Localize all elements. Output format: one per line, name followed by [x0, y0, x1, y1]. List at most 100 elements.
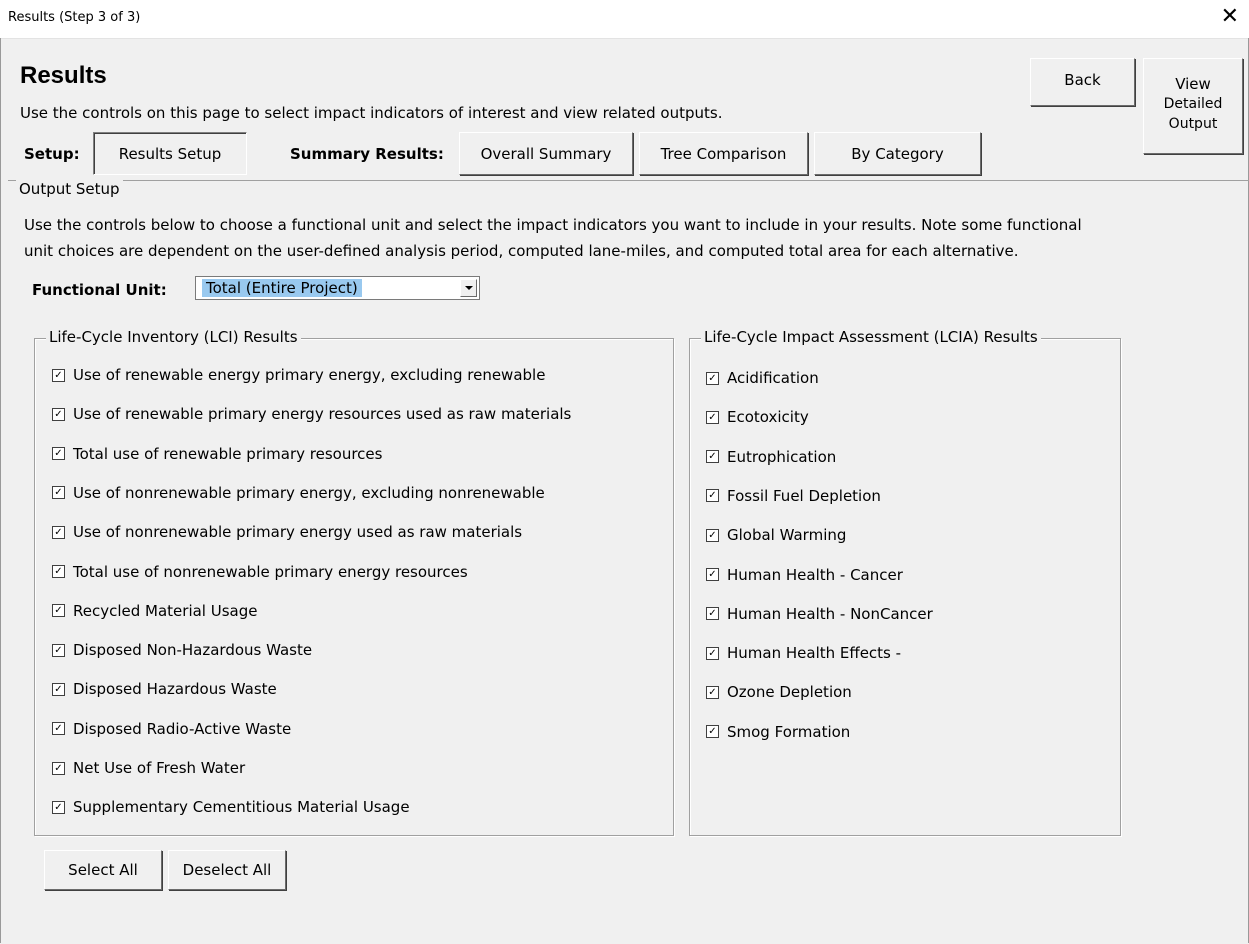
lci-checkbox-row[interactable]: ✓ Disposed Non-Hazardous Waste	[52, 641, 312, 659]
summary-results-label: Summary Results:	[290, 145, 444, 163]
lcia-checkbox-label: Human Health - NonCancer	[727, 604, 933, 623]
lci-checkbox-label: Use of renewable energy primary energy, …	[73, 366, 546, 384]
lcia-checkbox-row[interactable]: ✓ Human Health Effects -	[706, 644, 901, 662]
lcia-checkbox-label: Fossil Fuel Depletion	[727, 486, 881, 505]
checkbox-icon[interactable]: ✓	[706, 371, 719, 385]
functional-unit-value: Total (Entire Project)	[202, 279, 362, 297]
lcia-checkbox-row[interactable]: ✓ Fossil Fuel Depletion	[706, 487, 881, 505]
functional-unit-select[interactable]: Total (Entire Project)	[195, 276, 480, 300]
functional-unit-label: Functional Unit:	[32, 281, 167, 299]
window-border-left	[0, 38, 1, 943]
lci-checkbox-label: Net Use of Fresh Water	[73, 759, 246, 777]
lci-checkbox-label: Total use of renewable primary resources	[73, 444, 383, 463]
results-setup-label: Results Setup	[118, 144, 222, 163]
deselect-all-button[interactable]: Deselect All	[168, 850, 286, 890]
page-subtitle: Use the controls on this page to select …	[20, 104, 723, 122]
lcia-checkbox-label: Global Warming	[727, 526, 847, 545]
checkbox-icon[interactable]: ✓	[52, 486, 65, 500]
output-setup-legend: Output Setup	[16, 180, 123, 198]
output-setup-description-2: unit choices are dependent on the user-d…	[24, 242, 1019, 260]
tree-comparison-label: Tree Comparison	[660, 144, 787, 163]
checkbox-icon[interactable]: ✓	[52, 565, 65, 578]
setup-label: Setup:	[24, 145, 80, 163]
lci-checkbox-label: Recycled Material Usage	[73, 601, 258, 620]
lcia-checkbox-row[interactable]: ✓ Ozone Depletion	[706, 683, 852, 701]
lci-checkbox-label: Use of renewable primary energy resource…	[73, 405, 572, 424]
checkbox-icon[interactable]: ✓	[706, 528, 719, 542]
checkbox-icon[interactable]: ✓	[706, 607, 719, 621]
checkbox-icon[interactable]: ✓	[706, 685, 719, 699]
overall-summary-label: Overall Summary	[480, 144, 612, 163]
by-category-button[interactable]: By Category	[814, 132, 981, 175]
lci-checkbox-row[interactable]: ✓ Net Use of Fresh Water	[52, 759, 245, 777]
lcia-checkbox-label: Human Health - Cancer	[727, 565, 903, 584]
lcia-checkbox-label: Human Health Effects -	[727, 644, 902, 663]
checkbox-icon[interactable]: ✓	[706, 450, 719, 464]
checkbox-icon[interactable]: ✓	[706, 410, 719, 424]
lcia-checkbox-label: Eutrophication	[727, 447, 837, 466]
close-icon[interactable]: ✕	[1221, 4, 1239, 30]
window-title: Results (Step 3 of 3)	[8, 10, 141, 25]
title-bar: Results (Step 3 of 3) ✕	[0, 0, 1249, 39]
lcia-checkbox-row[interactable]: ✓ Ecotoxicity	[706, 408, 809, 426]
lci-checkbox-row[interactable]: ✓ Use of nonrenewable primary energy used…	[52, 523, 522, 541]
back-button-label: Back	[1064, 71, 1101, 89]
lcia-checkbox-row[interactable]: ✓ Acidification	[706, 369, 819, 387]
lci-checkbox-label: Supplementary Cementitious Material Usag…	[73, 798, 410, 817]
lcia-checkbox-row[interactable]: ✓ Global Warming	[706, 526, 846, 544]
lcia-checkbox-label: Ecotoxicity	[727, 408, 809, 427]
checkbox-icon[interactable]: ✓	[52, 447, 65, 461]
view-detailed-label-line1: View	[1175, 75, 1211, 93]
lci-checkbox-row[interactable]: ✓ Total use of nonrenewable primary energ…	[52, 563, 468, 581]
results-setup-button[interactable]: Results Setup	[93, 132, 247, 175]
back-button[interactable]: Back	[1030, 58, 1135, 106]
lcia-checkbox-row[interactable]: ✓ Eutrophication	[706, 448, 836, 466]
lcia-legend: Life-Cycle Impact Assessment (LCIA) Resu…	[701, 328, 1041, 346]
lci-checkbox-row[interactable]: ✓ Disposed Radio-Active Waste	[52, 720, 291, 738]
page-title: Results	[20, 62, 107, 89]
chevron-down-icon[interactable]	[460, 279, 477, 297]
checkbox-icon[interactable]: ✓	[706, 725, 719, 739]
lci-checkbox-row[interactable]: ✓ Use of renewable primary energy resourc…	[52, 405, 571, 423]
deselect-all-label: Deselect All	[182, 861, 272, 879]
tree-comparison-button[interactable]: Tree Comparison	[639, 132, 808, 175]
checkbox-icon[interactable]: ✓	[52, 604, 65, 618]
checkbox-icon[interactable]: ✓	[706, 568, 719, 581]
checkbox-icon[interactable]: ✓	[706, 646, 719, 660]
overall-summary-button[interactable]: Overall Summary	[459, 132, 633, 175]
checkbox-icon[interactable]: ✓	[52, 682, 65, 696]
lci-checkbox-row[interactable]: ✓ Total use of renewable primary resource…	[52, 445, 382, 463]
lci-checkbox-label: Disposed Radio-Active Waste	[73, 719, 292, 738]
lci-checkbox-label: Total use of nonrenewable primary energy…	[73, 562, 468, 581]
view-detailed-label-line3: Output	[1168, 116, 1218, 132]
lcia-checkbox-row[interactable]: ✓ Human Health - NonCancer	[706, 605, 933, 623]
lci-legend: Life-Cycle Inventory (LCI) Results	[46, 328, 301, 346]
output-setup-description-1: Use the controls below to choose a funct…	[24, 216, 1082, 234]
checkbox-icon[interactable]: ✓	[706, 489, 719, 503]
checkbox-icon[interactable]: ✓	[52, 643, 65, 657]
by-category-label: By Category	[851, 144, 944, 163]
lci-checkbox-label: Disposed Non-Hazardous Waste	[73, 641, 313, 660]
lcia-checkbox-label: Ozone Depletion	[727, 683, 852, 702]
lci-checkbox-label: Use of nonrenewable primary energy used …	[73, 523, 523, 542]
lci-checkbox-row[interactable]: ✓ Use of renewable energy primary energy,…	[52, 366, 545, 384]
checkbox-icon[interactable]: ✓	[52, 761, 65, 775]
lci-checkbox-row[interactable]: ✓ Use of nonrenewable primary energy, exc…	[52, 484, 545, 502]
lcia-checkbox-row[interactable]: ✓ Human Health - Cancer	[706, 566, 903, 584]
checkbox-icon[interactable]: ✓	[52, 407, 65, 421]
lci-checkbox-label: Disposed Hazardous Waste	[73, 680, 277, 699]
checkbox-icon[interactable]: ✓	[52, 722, 65, 736]
view-detailed-output-button[interactable]: View Detailed Output	[1143, 58, 1243, 154]
lci-checkbox-label: Use of nonrenewable primary energy, excl…	[73, 483, 545, 502]
select-all-button[interactable]: Select All	[44, 850, 162, 890]
lcia-checkbox-row[interactable]: ✓ Smog Formation	[706, 723, 850, 741]
lci-checkbox-row[interactable]: ✓ Supplementary Cementitious Material Usa…	[52, 798, 410, 816]
lci-checkbox-row[interactable]: ✓ Recycled Material Usage	[52, 602, 257, 620]
lcia-checkbox-label: Smog Formation	[727, 722, 851, 741]
checkbox-icon[interactable]: ✓	[52, 800, 65, 814]
lci-checkbox-row[interactable]: ✓ Disposed Hazardous Waste	[52, 680, 277, 698]
lcia-checkbox-label: Acidification	[727, 369, 819, 387]
checkbox-icon[interactable]: ✓	[52, 368, 65, 382]
view-detailed-label-line2: Detailed	[1163, 96, 1223, 112]
checkbox-icon[interactable]: ✓	[52, 525, 65, 539]
